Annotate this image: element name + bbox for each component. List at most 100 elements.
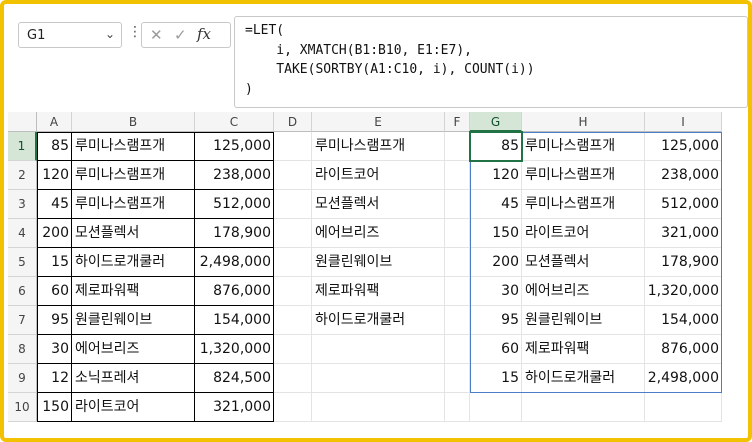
row-header-3[interactable]: 3 [8, 190, 37, 219]
cell-a8[interactable]: 30 [37, 335, 72, 364]
cell-h3[interactable]: 루미나스램프개 [522, 190, 645, 219]
cell-b8[interactable]: 에어브리즈 [72, 335, 195, 364]
cell-i4[interactable]: 321,000 [645, 219, 722, 248]
formula-text: =LET( i, XMATCH(B1:B10, E1:E7), TAKE(SOR… [245, 23, 535, 97]
cell-c8[interactable]: 1,320,000 [195, 335, 274, 364]
cell-e3[interactable]: 모션플렉서 [312, 190, 445, 219]
cell-i5[interactable]: 178,900 [645, 248, 722, 277]
row-header-2[interactable]: 2 [8, 161, 37, 190]
cell-h5[interactable]: 모션플렉서 [522, 248, 645, 277]
cell-a10[interactable]: 150 [37, 393, 72, 422]
cell-i7[interactable]: 154,000 [645, 306, 722, 335]
cell-c5[interactable]: 2,498,000 [195, 248, 274, 277]
row-header-6[interactable]: 6 [8, 277, 37, 306]
cell-i9[interactable]: 2,498,000 [645, 364, 722, 393]
cell-a6[interactable]: 60 [37, 277, 72, 306]
cell-g2[interactable]: 120 [470, 161, 522, 190]
cell-e1[interactable]: 루미나스램프개 [312, 132, 445, 161]
cell-g6[interactable]: 30 [470, 277, 522, 306]
cell-g1[interactable]: 85 [470, 132, 522, 161]
table-border [37, 392, 274, 393]
row-header-9[interactable]: 9 [8, 364, 37, 393]
cell-a5[interactable]: 15 [37, 248, 72, 277]
cell-c1[interactable]: 125,000 [195, 132, 274, 161]
cell-b10[interactable]: 라이트코어 [72, 393, 195, 422]
cell-c2[interactable]: 238,000 [195, 161, 274, 190]
insert-function-icon[interactable]: fx [197, 25, 211, 43]
cell-b9[interactable]: 소닉프레셔 [72, 364, 195, 393]
cell-i2[interactable]: 238,000 [645, 161, 722, 190]
chevron-down-icon[interactable]: ⌄ [105, 27, 115, 41]
column-header-f[interactable]: F [445, 112, 470, 132]
cell-b7[interactable]: 원클린웨이브 [72, 306, 195, 335]
confirm-icon[interactable]: ✓ [174, 26, 187, 44]
cell-h4[interactable]: 라이트코어 [522, 219, 645, 248]
row-header-7[interactable]: 7 [8, 306, 37, 335]
name-box[interactable]: G1 ⌄ [18, 22, 122, 48]
formula-input[interactable]: =LET( i, XMATCH(B1:B10, E1:E7), TAKE(SOR… [234, 16, 748, 108]
table-border [37, 160, 274, 161]
column-header-i[interactable]: I [645, 112, 722, 132]
cell-e4[interactable]: 에어브리즈 [312, 219, 445, 248]
column-header-e[interactable]: E [312, 112, 445, 132]
cell-i1[interactable]: 125,000 [645, 132, 722, 161]
table-border [37, 218, 274, 219]
cell-h7[interactable]: 원클린웨이브 [522, 306, 645, 335]
cell-h6[interactable]: 에어브리즈 [522, 277, 645, 306]
cell-b6[interactable]: 제로파워팩 [72, 277, 195, 306]
cell-b1[interactable]: 루미나스램프개 [72, 132, 195, 161]
cell-a2[interactable]: 120 [37, 161, 72, 190]
column-header-b[interactable]: B [72, 112, 195, 132]
cell-a9[interactable]: 12 [37, 364, 72, 393]
cell-h2[interactable]: 루미나스램프개 [522, 161, 645, 190]
table-border [37, 189, 274, 190]
cell-a7[interactable]: 95 [37, 306, 72, 335]
row-header-4[interactable]: 4 [8, 219, 37, 248]
table-border [37, 276, 274, 277]
cell-b5[interactable]: 하이드로개쿨러 [72, 248, 195, 277]
formula-buttons: ✕ ✓ fx [141, 22, 231, 48]
cell-h8[interactable]: 제로파워팩 [522, 335, 645, 364]
cell-c4[interactable]: 178,900 [195, 219, 274, 248]
cell-e2[interactable]: 라이트코어 [312, 161, 445, 190]
cell-c7[interactable]: 154,000 [195, 306, 274, 335]
name-box-value: G1 [27, 28, 46, 43]
cell-g5[interactable]: 200 [470, 248, 522, 277]
cell-b4[interactable]: 모션플렉서 [72, 219, 195, 248]
formula-bar-area: G1 ⌄ ⋮ ✕ ✓ fx =LET( i, XMATCH(B1:B10, E1… [8, 8, 748, 112]
cell-h1[interactable]: 루미나스램프개 [522, 132, 645, 161]
cell-b2[interactable]: 루미나스램프개 [72, 161, 195, 190]
cell-c9[interactable]: 824,500 [195, 364, 274, 393]
cell-a1[interactable]: 85 [37, 132, 72, 161]
row-header-10[interactable]: 10 [8, 393, 37, 422]
cell-g7[interactable]: 95 [470, 306, 522, 335]
cell-c6[interactable]: 876,000 [195, 277, 274, 306]
cancel-icon[interactable]: ✕ [150, 26, 163, 44]
cell-g4[interactable]: 150 [470, 219, 522, 248]
row-header-5[interactable]: 5 [8, 248, 37, 277]
cell-e5[interactable]: 원클린웨이브 [312, 248, 445, 277]
row-header-8[interactable]: 8 [8, 335, 37, 364]
cell-e7[interactable]: 하이드로개쿨러 [312, 306, 445, 335]
cell-i3[interactable]: 512,000 [645, 190, 722, 219]
cell-c3[interactable]: 512,000 [195, 190, 274, 219]
cell-e6[interactable]: 제로파워팩 [312, 277, 445, 306]
cell-b3[interactable]: 루미나스램프개 [72, 190, 195, 219]
cell-g8[interactable]: 60 [470, 335, 522, 364]
cell-c10[interactable]: 321,000 [195, 393, 274, 422]
cell-i6[interactable]: 1,320,000 [645, 277, 722, 306]
cell-g9[interactable]: 15 [470, 364, 522, 393]
column-header-d[interactable]: D [274, 112, 312, 132]
cell-a3[interactable]: 45 [37, 190, 72, 219]
cell-h9[interactable]: 하이드로개쿨러 [522, 364, 645, 393]
row-header-1[interactable]: 1 [8, 132, 37, 161]
cell-a4[interactable]: 200 [37, 219, 72, 248]
cell-g3[interactable]: 45 [470, 190, 522, 219]
more-options-icon[interactable]: ⋮ [128, 24, 142, 40]
column-header-c[interactable]: C [195, 112, 274, 132]
column-header-g[interactable]: G [470, 112, 522, 132]
cell-i8[interactable]: 876,000 [645, 335, 722, 364]
select-all-corner[interactable] [8, 112, 37, 132]
column-header-a[interactable]: A [37, 112, 72, 132]
column-header-h[interactable]: H [522, 112, 645, 132]
